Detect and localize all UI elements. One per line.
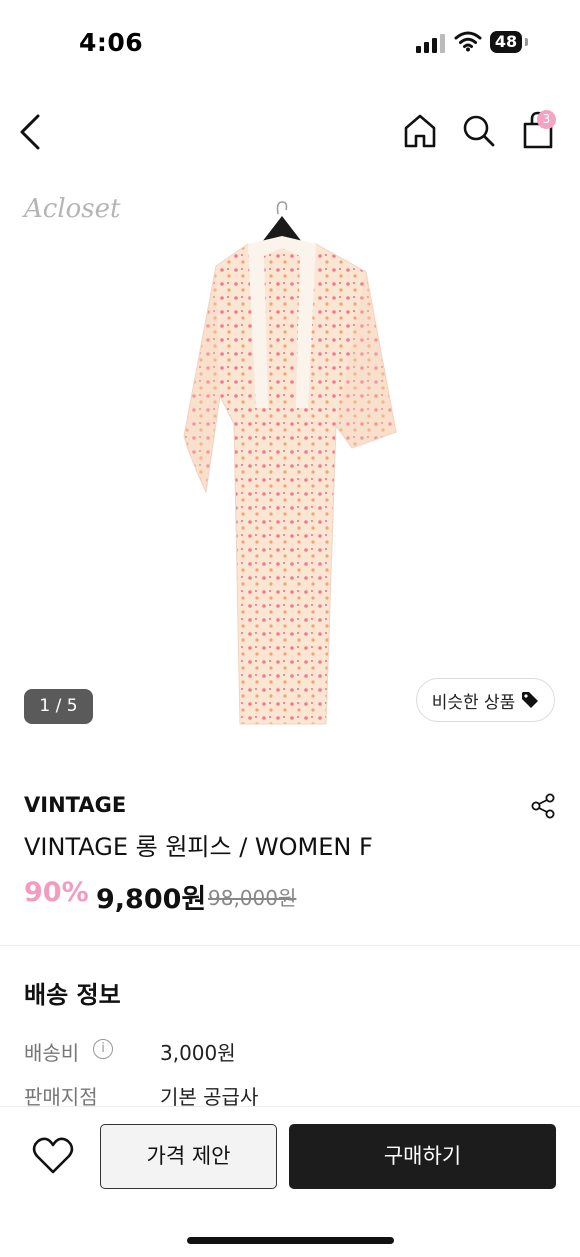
buy-button[interactable]: 구매하기 bbox=[289, 1124, 556, 1189]
acloset-watermark: Acloset bbox=[24, 194, 121, 224]
sale-price: 9,800원 bbox=[96, 884, 207, 915]
product-image[interactable] bbox=[176, 196, 406, 736]
shipping-section-title: 배송 정보 bbox=[24, 981, 121, 1009]
battery-indicator: 48 bbox=[490, 31, 522, 53]
cellular-signal-icon bbox=[416, 34, 445, 53]
wifi-icon bbox=[454, 31, 482, 52]
shipping-fee-label: 배송비 bbox=[24, 1041, 80, 1065]
image-counter: 1 / 5 bbox=[24, 689, 93, 724]
back-icon[interactable] bbox=[14, 112, 50, 152]
home-indicator[interactable] bbox=[187, 1237, 394, 1244]
similar-products-button[interactable]: 비슷한 상품 bbox=[416, 678, 555, 722]
search-icon[interactable] bbox=[461, 112, 497, 150]
info-icon[interactable]: i bbox=[93, 1039, 113, 1059]
heart-icon[interactable] bbox=[32, 1136, 74, 1176]
tag-icon bbox=[522, 692, 539, 708]
product-title: VINTAGE 롱 원피스 / WOMEN F bbox=[24, 833, 373, 861]
battery-cap bbox=[525, 38, 528, 46]
brand-name[interactable]: VINTAGE bbox=[24, 793, 126, 817]
price-offer-button[interactable]: 가격 제안 bbox=[100, 1124, 277, 1189]
status-time: 4:06 bbox=[79, 28, 144, 57]
share-icon[interactable] bbox=[530, 792, 558, 820]
section-divider bbox=[0, 945, 580, 946]
discount-rate: 90% bbox=[24, 877, 89, 908]
shipping-fee-value: 3,000원 bbox=[160, 1041, 236, 1065]
similar-products-label: 비슷한 상품 bbox=[431, 692, 516, 713]
cart-count-badge: 3 bbox=[537, 110, 556, 129]
original-price: 98,000원 bbox=[208, 886, 297, 910]
home-icon[interactable] bbox=[402, 112, 438, 150]
